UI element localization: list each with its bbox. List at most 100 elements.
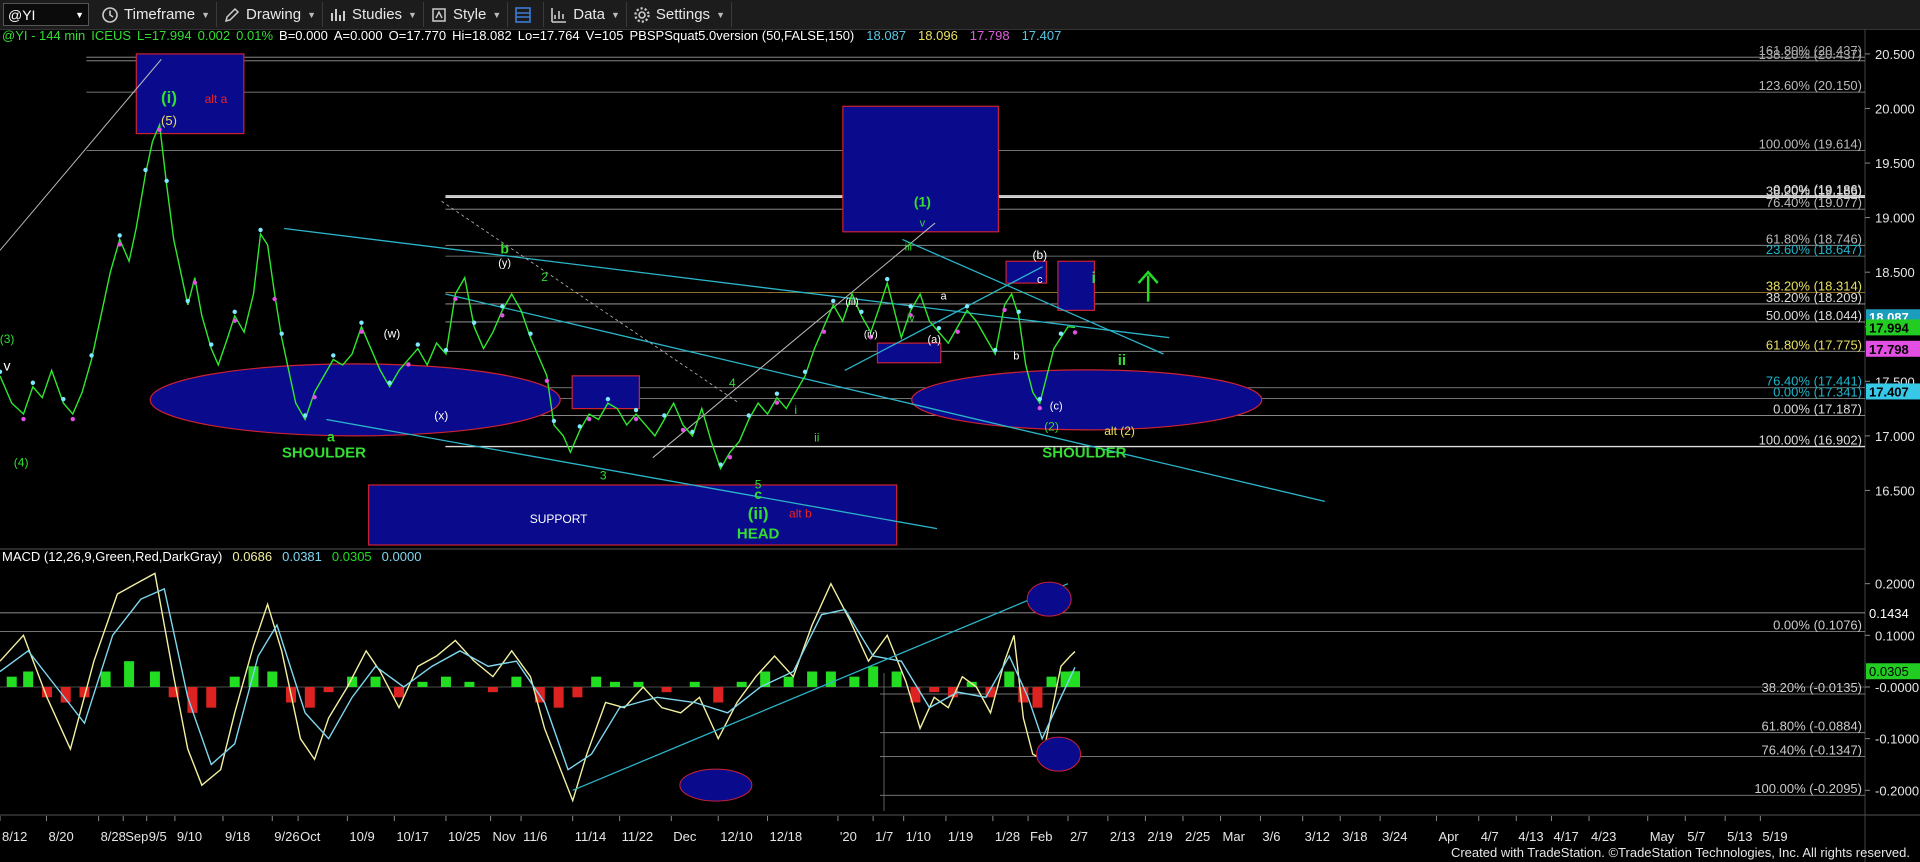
wave-label: alt (2) [1104, 424, 1135, 438]
x-tick-label: 4/23 [1591, 829, 1616, 844]
price-point-marker [21, 416, 26, 422]
header-field: L=17.994 [137, 29, 192, 43]
wave-label: 2 [541, 270, 548, 284]
x-tick-label: 9/5 [149, 829, 167, 844]
price-point-marker [1037, 396, 1042, 402]
x-tick-label: 9/18 [225, 829, 250, 844]
gear-icon [633, 6, 656, 24]
wave-label: SHOULDER [282, 445, 366, 462]
x-tick-label: 10/9 [349, 829, 374, 844]
x-tick-label: 9/26 [274, 829, 299, 844]
price-point-marker [727, 455, 733, 460]
price-point-marker [443, 347, 449, 353]
price-point-marker [821, 329, 827, 334]
macd-histogram-bar [689, 681, 700, 687]
macd-histogram-bar [229, 676, 240, 687]
x-tick-label: Nov [493, 829, 517, 844]
macd-histogram-bar [487, 687, 498, 693]
toolbar-menu: Timeframe ▼ Drawing ▼ Studies ▼ Style ▼ Data ▼ Set… [95, 2, 732, 27]
chevron-down-icon: ▼ [408, 9, 417, 20]
x-tick-label: Dec [673, 829, 697, 844]
symbol-input[interactable]: @YI ▼ [3, 3, 89, 26]
macd-histogram-bar [464, 681, 475, 687]
price-point-marker [406, 362, 411, 367]
macd-plot [0, 572, 1865, 811]
fib-level-label: 61.80% (17.775) [1766, 337, 1862, 352]
price-point-marker [746, 413, 751, 418]
price-point-marker [232, 309, 237, 315]
wave-label: a [940, 290, 947, 302]
header-field: O=17.770 [389, 29, 446, 43]
chart-canvas[interactable]: @YI - 144 min ICEUS L=17.994 0.002 0.01% B=0.… [0, 29, 1920, 862]
macd-histogram-bar [394, 687, 405, 698]
pencil-icon [223, 6, 246, 24]
x-tick-label: 8/28 [101, 829, 126, 844]
macd-histogram-bar [1046, 676, 1057, 687]
toolbar-drawing-button[interactable]: Drawing ▼ [217, 2, 323, 27]
fib-level-label: 50.00% (18.044) [1766, 308, 1862, 323]
macd-header-text: MACD (12,26,9,Green,Red,DarkGray) 0.0686 0… [2, 549, 421, 564]
price-point-marker [1072, 330, 1078, 335]
macd-histogram-bar [124, 661, 135, 687]
price-point-marker [387, 380, 392, 385]
x-tick-label: Mar [1223, 829, 1246, 844]
chevron-down-icon: ▼ [307, 9, 316, 20]
layout-icon [514, 6, 537, 24]
macd-histogram-bar [323, 687, 334, 693]
wave-label: (1) [914, 194, 931, 210]
x-tick-label: 4/17 [1553, 829, 1578, 844]
chevron-down-icon: ▼ [75, 9, 84, 20]
chevron-down-icon: ▼ [610, 9, 620, 20]
x-tick-label: 11/6 [523, 829, 547, 844]
wave-label: (a) [927, 334, 940, 346]
bar-chart-icon [329, 6, 352, 24]
toolbar-settings-button[interactable]: Settings ▼ [627, 2, 732, 27]
macd-histogram-bar [417, 681, 428, 687]
x-tick-label: 11/14 [575, 829, 607, 844]
x-tick-label: 1/10 [906, 829, 931, 844]
macd-value-tag-label: 0.0305 [1869, 664, 1909, 679]
wave-label: iii [905, 241, 912, 253]
macd-y-tick-label: -0.0000 [1875, 680, 1919, 695]
price-point-marker [680, 427, 686, 433]
wave-label: i [1092, 270, 1096, 287]
wave-label: (4) [14, 455, 29, 469]
wave-label: (5) [161, 113, 177, 128]
macd-fib-label: 76.40% (-0.1347) [1762, 743, 1862, 758]
toolbar-style-button[interactable]: Style ▼ [424, 2, 509, 27]
macd-histogram-bar [807, 671, 818, 687]
macd-histogram-bar [440, 676, 451, 687]
macd-header-value: 0.0686 [232, 549, 272, 564]
price-point-marker [258, 227, 263, 233]
header-field: 0.01% [236, 29, 273, 43]
toolbar-studies-button[interactable]: Studies ▼ [323, 2, 424, 27]
macd-header-value: 0.0381 [282, 549, 322, 564]
wave-label: 3 [600, 469, 607, 483]
macd-histogram-bar [100, 671, 111, 687]
macd-fib-label: 38.20% (-0.0135) [1762, 680, 1862, 695]
wave-label: HEAD [737, 525, 780, 542]
fib-level-label: 100.00% (16.902) [1759, 433, 1862, 448]
price-point-marker [528, 331, 533, 336]
box-i [1057, 260, 1096, 311]
price-point-marker [232, 318, 237, 324]
x-tick-label: Feb [1030, 829, 1052, 844]
toolbar-layout-button[interactable] [508, 2, 545, 27]
price-point-marker [185, 298, 190, 304]
macd-histogram-bar [149, 671, 160, 687]
wave-label: (ii) [748, 504, 769, 523]
price-point-marker [312, 395, 317, 400]
macd-y-tick-label: -0.1000 [1875, 732, 1919, 747]
macd-histogram-bar [304, 687, 315, 708]
fib-level-label: 123.60% (20.150) [1759, 78, 1862, 93]
wave-label: ii [814, 430, 819, 444]
macd-ellipse [1036, 736, 1082, 772]
price-point-marker [117, 233, 122, 238]
x-tick-label: 2/19 [1147, 829, 1172, 844]
study-value: 18.096 [918, 29, 958, 43]
toolbar-data-button[interactable]: Data ▼ [544, 2, 627, 27]
x-tick-label: 10/25 [448, 829, 481, 844]
toolbar-timeframe-button[interactable]: Timeframe ▼ [95, 2, 218, 27]
macd-histogram-bar [23, 671, 34, 687]
wave-label: (iii) [845, 297, 858, 308]
